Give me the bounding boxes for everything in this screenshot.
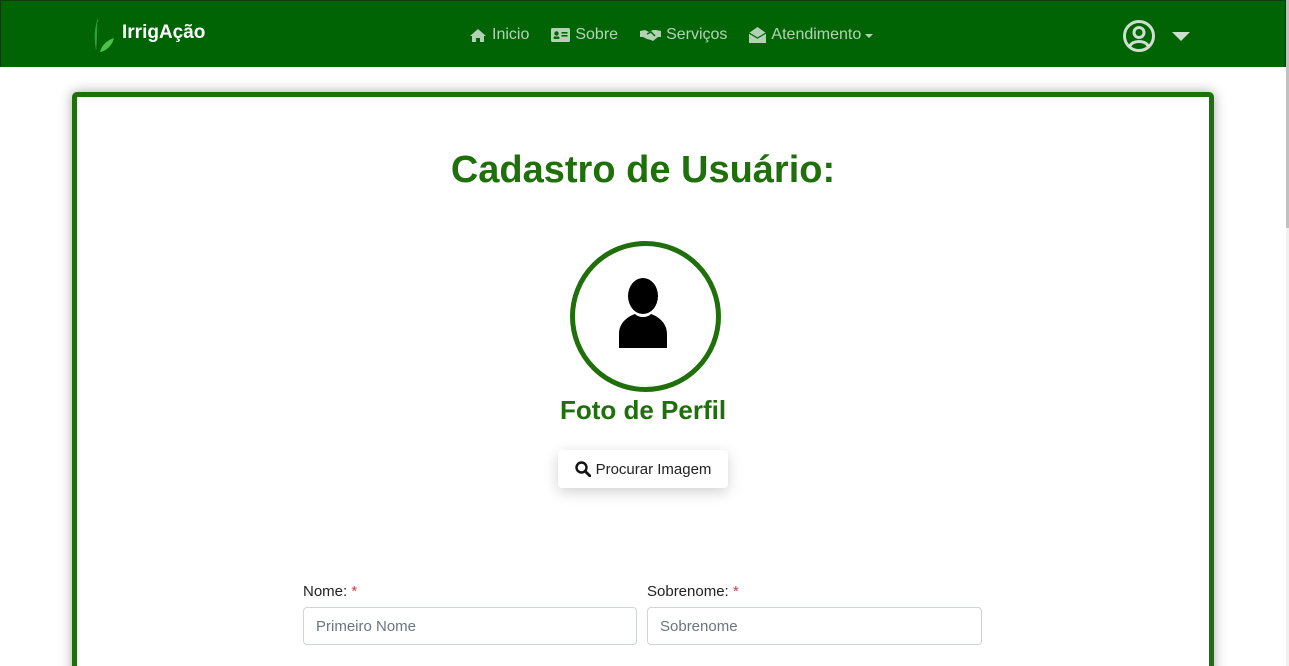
nav-item-servicos[interactable]: Serviços <box>640 26 727 44</box>
caret-down-icon[interactable] <box>1172 31 1190 41</box>
chevron-down-icon <box>865 34 874 38</box>
nav-item-label: Inicio <box>492 26 530 43</box>
main-nav: Inicio Sobre Serviços Atendimento <box>469 23 895 47</box>
profile-photo-label: Foto de Perfil <box>559 395 727 425</box>
home-icon <box>470 28 486 42</box>
browse-image-label: Procurar Imagem <box>595 460 712 478</box>
top-navbar: IrrigAção Inicio Sobre Serviços Atendime… <box>0 0 1286 67</box>
required-mark: * <box>732 583 739 600</box>
first-name-label: Nome: * <box>303 583 358 600</box>
nav-item-label: Atendimento <box>771 26 862 43</box>
id-card-icon <box>551 28 571 42</box>
envelope-open-icon <box>749 27 767 43</box>
user-menu[interactable] <box>1122 19 1190 53</box>
brand-name: IrrigAção <box>122 22 206 43</box>
nav-item-sobre[interactable]: Sobre <box>551 26 618 44</box>
page-title: Cadastro de Usuário: <box>450 149 836 191</box>
nav-item-atendimento[interactable]: Atendimento <box>749 26 874 44</box>
browse-image-button[interactable]: Procurar Imagem <box>558 450 728 488</box>
nav-item-inicio[interactable]: Inicio <box>469 26 529 44</box>
handshake-icon <box>640 30 662 41</box>
leaf-logo-icon <box>94 18 114 52</box>
profile-photo-preview <box>570 241 721 392</box>
last-name-label: Sobrenome: * <box>647 583 739 600</box>
brand[interactable]: IrrigAção <box>92 16 205 54</box>
user-silhouette-icon <box>619 278 667 348</box>
last-name-input[interactable] <box>647 607 982 645</box>
search-icon <box>574 461 591 477</box>
nav-item-label: Serviços <box>666 26 728 43</box>
nav-item-label: Sobre <box>575 26 619 43</box>
user-circle-icon[interactable] <box>1122 19 1156 53</box>
required-mark: * <box>351 583 358 600</box>
registration-card: Cadastro de Usuário: Foto de Perfil Proc… <box>72 92 1214 666</box>
first-name-input[interactable] <box>303 607 637 645</box>
